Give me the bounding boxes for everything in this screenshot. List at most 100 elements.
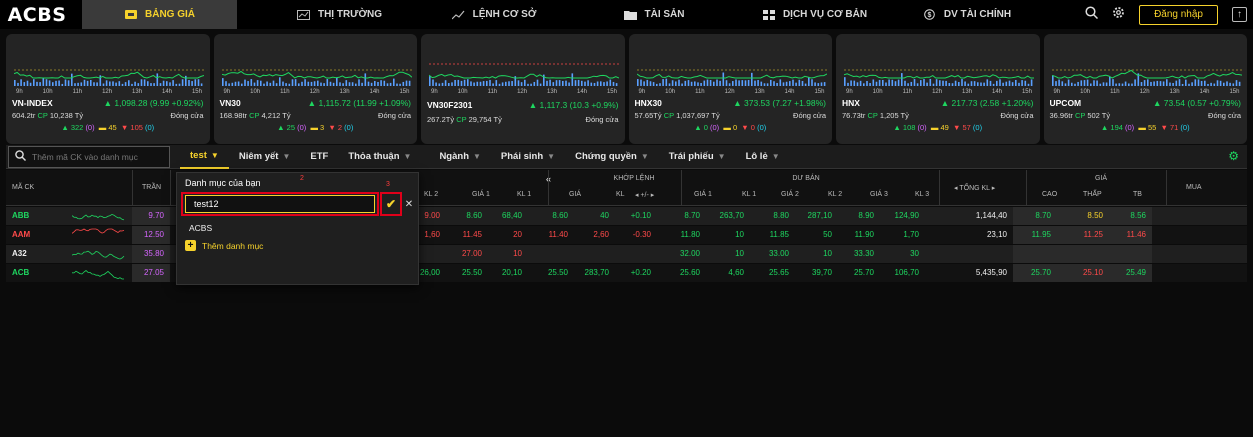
nav-thi-truong[interactable]: THỊ TRƯỜNG — [277, 0, 402, 29]
tab-test[interactable]: test ▼ — [180, 145, 229, 169]
index-row-main: UPCOM ▲ 73.54 (0.57 +0.79%) — [1050, 98, 1242, 108]
index-row-main: VN30 ▲ 1,115.72 (11.99 +1.09%) — [220, 98, 412, 108]
tab-niem-yet[interactable]: Niêm yết ▼ — [229, 145, 301, 169]
hour-label: 14h — [577, 89, 588, 95]
index-value: 29,754 Tỷ — [468, 115, 502, 124]
price-cell: 8.56 — [1109, 207, 1152, 225]
nav-dich-vu-co-ban[interactable]: DỊCH VỤ CƠ BẢN — [742, 0, 887, 29]
hour-label: 14h — [784, 89, 795, 95]
sparkline-hours: 9h 10h 11h 12h 13h 14h 15h — [16, 89, 202, 95]
tab-lo-le[interactable]: Lô lẻ ▼ — [736, 145, 790, 169]
price-cell: 11.85 — [769, 230, 789, 239]
col-cao: CAO — [1042, 191, 1058, 198]
col-ma-ck[interactable]: MÃ CK — [12, 184, 34, 191]
floor-count: (0) — [757, 123, 767, 132]
hour-label: 9h — [1053, 89, 1061, 95]
tab-etf[interactable]: ETF — [300, 145, 338, 169]
cancel-close-icon[interactable]: ✕ — [403, 195, 415, 213]
hour-label: 12h — [932, 89, 943, 95]
nav-right-group: Đăng nhập ↑ — [1085, 0, 1253, 29]
index-card[interactable]: 9h 10h 11h 12h 13h 14h 15h VN-INDEX ▲ 1,098.28 (… — [6, 34, 210, 144]
index-change: ▲ 1,098.28 (9.99 +0.92%) — [103, 98, 204, 108]
watchlist-name-input[interactable]: test12 — [185, 195, 375, 213]
tab-nganh[interactable]: Ngành ▼ — [429, 145, 490, 169]
index-card[interactable]: 9h 10h 11h 12h 13h 14h 15h HNX30 ▲ 373.53 (7.27 … — [628, 34, 832, 144]
floor-count: (0) — [145, 123, 155, 132]
search-icon[interactable] — [1085, 5, 1099, 24]
index-card[interactable]: 9h 10h 11h 12h 13h 14h 15h VN30 ▲ 1,115.72 (11.9… — [213, 34, 417, 144]
symbol-cell[interactable]: ABB — [6, 207, 66, 225]
price-cell: 124,90 — [894, 211, 919, 220]
price-cell: 33.00 — [768, 249, 789, 258]
index-sparkline — [429, 63, 619, 86]
symbol-cell[interactable]: A32 — [6, 245, 66, 263]
column-settings-icon[interactable]: ⚙ — [1228, 149, 1239, 163]
col-kl1: KL 1 — [517, 191, 532, 198]
index-sparkline — [844, 69, 1034, 86]
advancers: ▲ 194 — [1100, 123, 1123, 132]
index-volume-unit: CP — [249, 111, 260, 120]
col-kl: KL — [616, 191, 625, 198]
price-cell: -0.30 — [632, 230, 651, 239]
caret-down-icon: ▼ — [473, 152, 481, 161]
row-sparkline — [72, 228, 125, 234]
col-tran[interactable]: TRẦN — [142, 184, 161, 191]
tab-trai-phieu[interactable]: Trái phiếu ▼ — [659, 145, 736, 169]
nav-dv-tai-chinh[interactable]: $ DV TÀI CHÍNH — [907, 0, 1027, 29]
nav-lenh-co-so[interactable]: LỆNH CƠ SỞ — [424, 0, 564, 29]
group-gia: GIÁ — [1094, 175, 1108, 182]
nav-tai-san[interactable]: TÀI SẢN — [604, 0, 704, 29]
caret-down-icon: ▼ — [640, 152, 649, 161]
expand-icon[interactable]: ↑ — [1232, 7, 1247, 22]
index-card[interactable]: 9h 10h 11h 12h 13h 14h 15h VN30F2301 ▲ 1,117.3 (… — [421, 34, 625, 144]
hour-label: 12h — [1139, 89, 1150, 95]
symbol-cell[interactable]: ACB — [6, 264, 66, 282]
advancers: ▲ 25 — [277, 123, 296, 132]
index-volume-group: 76.73tr CP 1,205 Tỷ — [842, 111, 909, 120]
col-divider — [1166, 170, 1167, 206]
price-cell: 11.90 — [854, 230, 874, 239]
hour-label: 10h — [665, 89, 676, 95]
symbol-cell[interactable]: AAM — [6, 226, 66, 244]
nav-bang-gia[interactable]: BẢNG GIÁ — [82, 0, 237, 29]
gear-icon[interactable] — [1112, 6, 1125, 24]
index-row-main: VN30F2301 ▲ 1,117.3 (10.3 +0.9%) — [427, 100, 619, 110]
ceiling-count: (0) — [85, 123, 95, 132]
row-sparkline — [72, 269, 124, 280]
index-card[interactable]: 9h 10h 11h 12h 13h 14h 15h HNX ▲ 217.73 (2.58 +1… — [836, 34, 1040, 144]
add-watchlist-button[interactable]: + Thêm danh mục — [185, 240, 263, 251]
price-cell: 20,10 — [501, 268, 522, 277]
index-change: ▲ 373.53 (7.27 +1.98%) — [733, 98, 826, 108]
floor-count: (0) — [344, 123, 354, 132]
price-cell: 20 — [513, 230, 522, 239]
price-cell: 10 — [823, 249, 832, 258]
index-status: Đóng cửa — [378, 111, 411, 120]
login-button[interactable]: Đăng nhập — [1139, 4, 1218, 25]
hour-label: 10h — [872, 89, 883, 95]
price-cell — [1109, 245, 1152, 263]
index-row-volume: 57.65Tỷ CP 1,037,697 Tỷ Đóng cửa — [635, 111, 827, 120]
col-tong-kl[interactable]: ◂ TỔNG KL ▸ — [954, 184, 995, 192]
confirm-check-icon[interactable]: ✔ — [382, 195, 400, 213]
tab-chung-quyen[interactable]: Chứng quyền ▼ — [565, 145, 659, 169]
tab-label: Trái phiếu — [668, 151, 714, 162]
price-cell: 8.70 — [684, 211, 700, 220]
add-symbol-search[interactable]: Thêm mã CK vào danh mục — [8, 145, 170, 168]
folder-icon — [624, 10, 638, 20]
col-divider — [170, 170, 171, 206]
floor-count: (0) — [972, 123, 983, 132]
price-cell: 25.65 — [768, 268, 789, 277]
acbs-logo[interactable]: ACBS — [0, 0, 74, 29]
index-card[interactable]: 9h 10h 11h 12h 13h 14h 15h UPCOM ▲ 73.54 (0.57 +… — [1043, 34, 1247, 144]
watchlist-item-acbs[interactable]: ACBS — [189, 223, 212, 233]
index-sparkline — [1051, 69, 1242, 86]
col-ban-kl1: KL 1 — [742, 191, 757, 198]
tab-label: Chứng quyền — [575, 151, 637, 162]
tab-phai-sinh[interactable]: Phái sinh ▼ — [491, 145, 565, 169]
index-volume: 168.98tr — [219, 111, 248, 120]
col-gia: GIÁ — [569, 191, 582, 198]
hour-label: 12h — [102, 89, 113, 95]
tab-thoa-thuan[interactable]: Thỏa thuận ▼ — [338, 145, 421, 169]
sparkline-hours: 9h 10h 11h 12h 13h 14h 15h — [224, 89, 410, 95]
price-cell: 11.25 — [1057, 226, 1109, 244]
